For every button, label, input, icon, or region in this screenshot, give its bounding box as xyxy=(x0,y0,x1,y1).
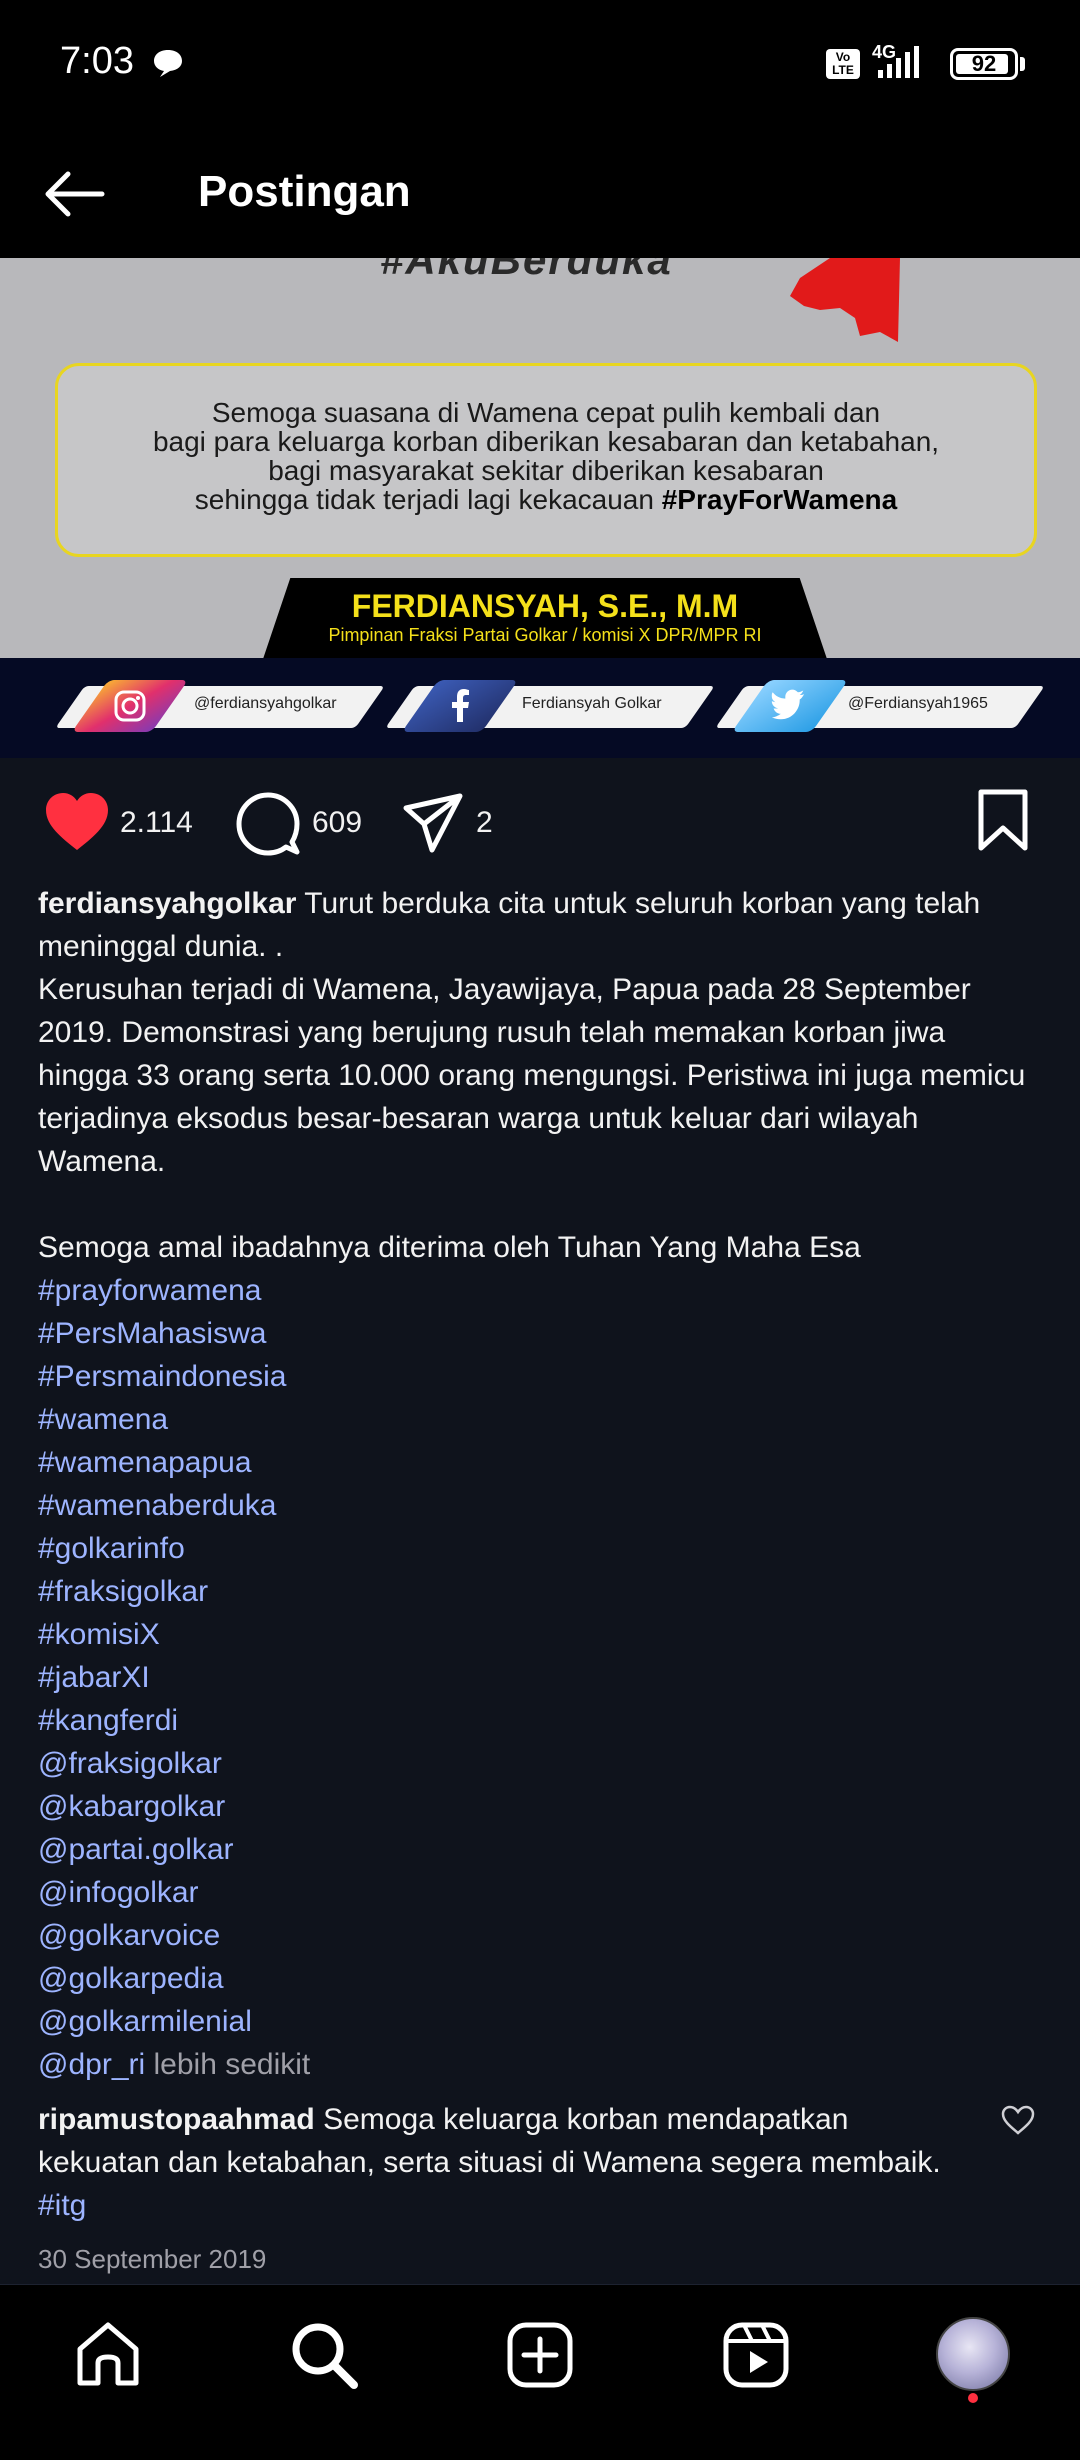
notification-dot xyxy=(968,2393,978,2403)
comment-item: ripamustopaahmad Semoga keluarga korban … xyxy=(38,2098,978,2227)
caption-last-line: @dpr_ri lebih sedikit xyxy=(38,2043,1038,2086)
post-caption: ferdiansyahgolkar Turut berduka cita unt… xyxy=(38,882,1038,2086)
heart-icon[interactable] xyxy=(42,790,112,854)
back-arrow-icon[interactable] xyxy=(40,162,110,226)
quote-hashtag: #PrayForWamena xyxy=(661,484,898,515)
quote-line: bagi masyarakat sekitar diberikan kesaba… xyxy=(268,455,824,486)
comment-icon[interactable] xyxy=(235,790,301,856)
comment-tag[interactable]: #itg xyxy=(38,2189,86,2222)
caption-mention[interactable]: @partai.golkar xyxy=(38,1828,1038,1871)
banner-name: FERDIANSYAH, S.E., M.M xyxy=(351,588,739,624)
caption-first-paragraph: ferdiansyahgolkar Turut berduka cita unt… xyxy=(38,882,1038,968)
profile-avatar[interactable] xyxy=(936,2317,1010,2391)
name-banner: FERDIANSYAH, S.E., M.M Pimpinan Fraksi P… xyxy=(262,578,828,662)
caption-tag[interactable]: #wamenaberduka xyxy=(38,1484,1038,1527)
reels-icon[interactable] xyxy=(720,2319,792,2391)
caption-mention[interactable]: @golkarmilenial xyxy=(38,2000,1038,2043)
comments-count[interactable]: 609 xyxy=(312,806,362,840)
instagram-handle: @ferdiansyahgolkar xyxy=(194,695,337,712)
quote-line: bagi para keluarga korban diberikan kesa… xyxy=(152,426,940,457)
post-image[interactable]: #AkuBerduka Semoga suasana di Wamena cep… xyxy=(0,258,1080,758)
caption-mention[interactable]: @fraksigolkar xyxy=(38,1742,1038,1785)
caption-tag[interactable]: #Persmaindonesia xyxy=(38,1355,1038,1398)
caption-tag[interactable]: #jabarXI xyxy=(38,1656,1038,1699)
quote-line: sehingga tidak terjadi lagi kekacauan #P… xyxy=(58,485,1034,514)
caption-tag[interactable]: #komisiX xyxy=(38,1613,1038,1656)
share-icon[interactable] xyxy=(402,792,464,854)
quote-line: Semoga suasana di Wamena cepat pulih kem… xyxy=(211,397,881,428)
battery-icon: 92 xyxy=(950,48,1018,80)
caption-mention[interactable]: @golkarpedia xyxy=(38,1957,1038,2000)
banner-subtitle: Pimpinan Fraksi Partai Golkar / komisi X… xyxy=(328,625,762,645)
battery-level: 92 xyxy=(971,51,997,76)
caption-tag[interactable]: #prayforwamena xyxy=(38,1269,1038,1312)
comment-like-heart-icon[interactable] xyxy=(1000,2104,1036,2136)
caption-mention[interactable]: @kabargolkar xyxy=(38,1785,1038,1828)
twitter-icon xyxy=(771,689,805,720)
caption-gap xyxy=(38,1183,1038,1226)
caption-mention[interactable]: @infogolkar xyxy=(38,1871,1038,1914)
comment-username[interactable]: ripamustopaahmad xyxy=(38,2103,315,2136)
top-bar: Postingan xyxy=(0,130,1080,258)
bottom-nav xyxy=(0,2284,1080,2460)
shares-count[interactable]: 2 xyxy=(476,806,493,840)
caption-tag[interactable]: #PersMahasiswa xyxy=(38,1312,1038,1355)
home-icon[interactable] xyxy=(72,2319,144,2391)
post-actions: 2.114 609 2 xyxy=(0,758,1080,888)
social-strip: @ferdiansyahgolkar Ferdiansyah Golkar @F… xyxy=(0,658,1080,758)
create-icon[interactable] xyxy=(504,2319,576,2391)
facebook-icon xyxy=(452,689,469,722)
map-shape-image xyxy=(790,258,900,342)
lte-badge: Vo LTE xyxy=(826,49,860,79)
caption-mention[interactable]: @dpr_ri xyxy=(38,2048,145,2081)
search-icon[interactable] xyxy=(288,2319,360,2391)
instagram-icon xyxy=(114,690,146,722)
caption-tag[interactable]: #kangferdi xyxy=(38,1699,1038,1742)
caption-username[interactable]: ferdiansyahgolkar xyxy=(38,887,296,920)
facebook-name: Ferdiansyah Golkar xyxy=(522,695,662,712)
status-bar: 7:03 Vo LTE 4G 92 xyxy=(0,0,1080,130)
chat-icon xyxy=(154,50,182,77)
twitter-handle: @Ferdiansyah1965 xyxy=(848,695,988,712)
image-top-hashtag: #AkuBerduka xyxy=(380,258,673,283)
battery-cap xyxy=(1020,57,1025,71)
caption-tag[interactable]: #wamenapapua xyxy=(38,1441,1038,1484)
caption-tag[interactable]: #golkarinfo xyxy=(38,1527,1038,1570)
caption-paragraph: Kerusuhan terjadi di Wamena, Jayawijaya,… xyxy=(38,973,1026,1178)
signal-icon xyxy=(878,46,919,78)
show-less-link[interactable]: lebih sedikit xyxy=(154,2048,311,2081)
quote-box: Semoga suasana di Wamena cepat pulih kem… xyxy=(55,363,1037,557)
caption-paragraph: Semoga amal ibadahnya diterima oleh Tuha… xyxy=(38,1231,861,1264)
caption-mention[interactable]: @golkarvoice xyxy=(38,1914,1038,1957)
likes-count[interactable]: 2.114 xyxy=(120,806,193,840)
bookmark-icon[interactable] xyxy=(975,788,1031,852)
quote-line-text: sehingga tidak terjadi lagi kekacauan xyxy=(194,484,654,515)
caption-tag[interactable]: #fraksigolkar xyxy=(38,1570,1038,1613)
page-title: Postingan xyxy=(198,167,411,216)
post-date: 30 September 2019 xyxy=(38,2244,267,2274)
status-time: 7:03 xyxy=(60,40,134,82)
caption-tag[interactable]: #wamena xyxy=(38,1398,1038,1441)
